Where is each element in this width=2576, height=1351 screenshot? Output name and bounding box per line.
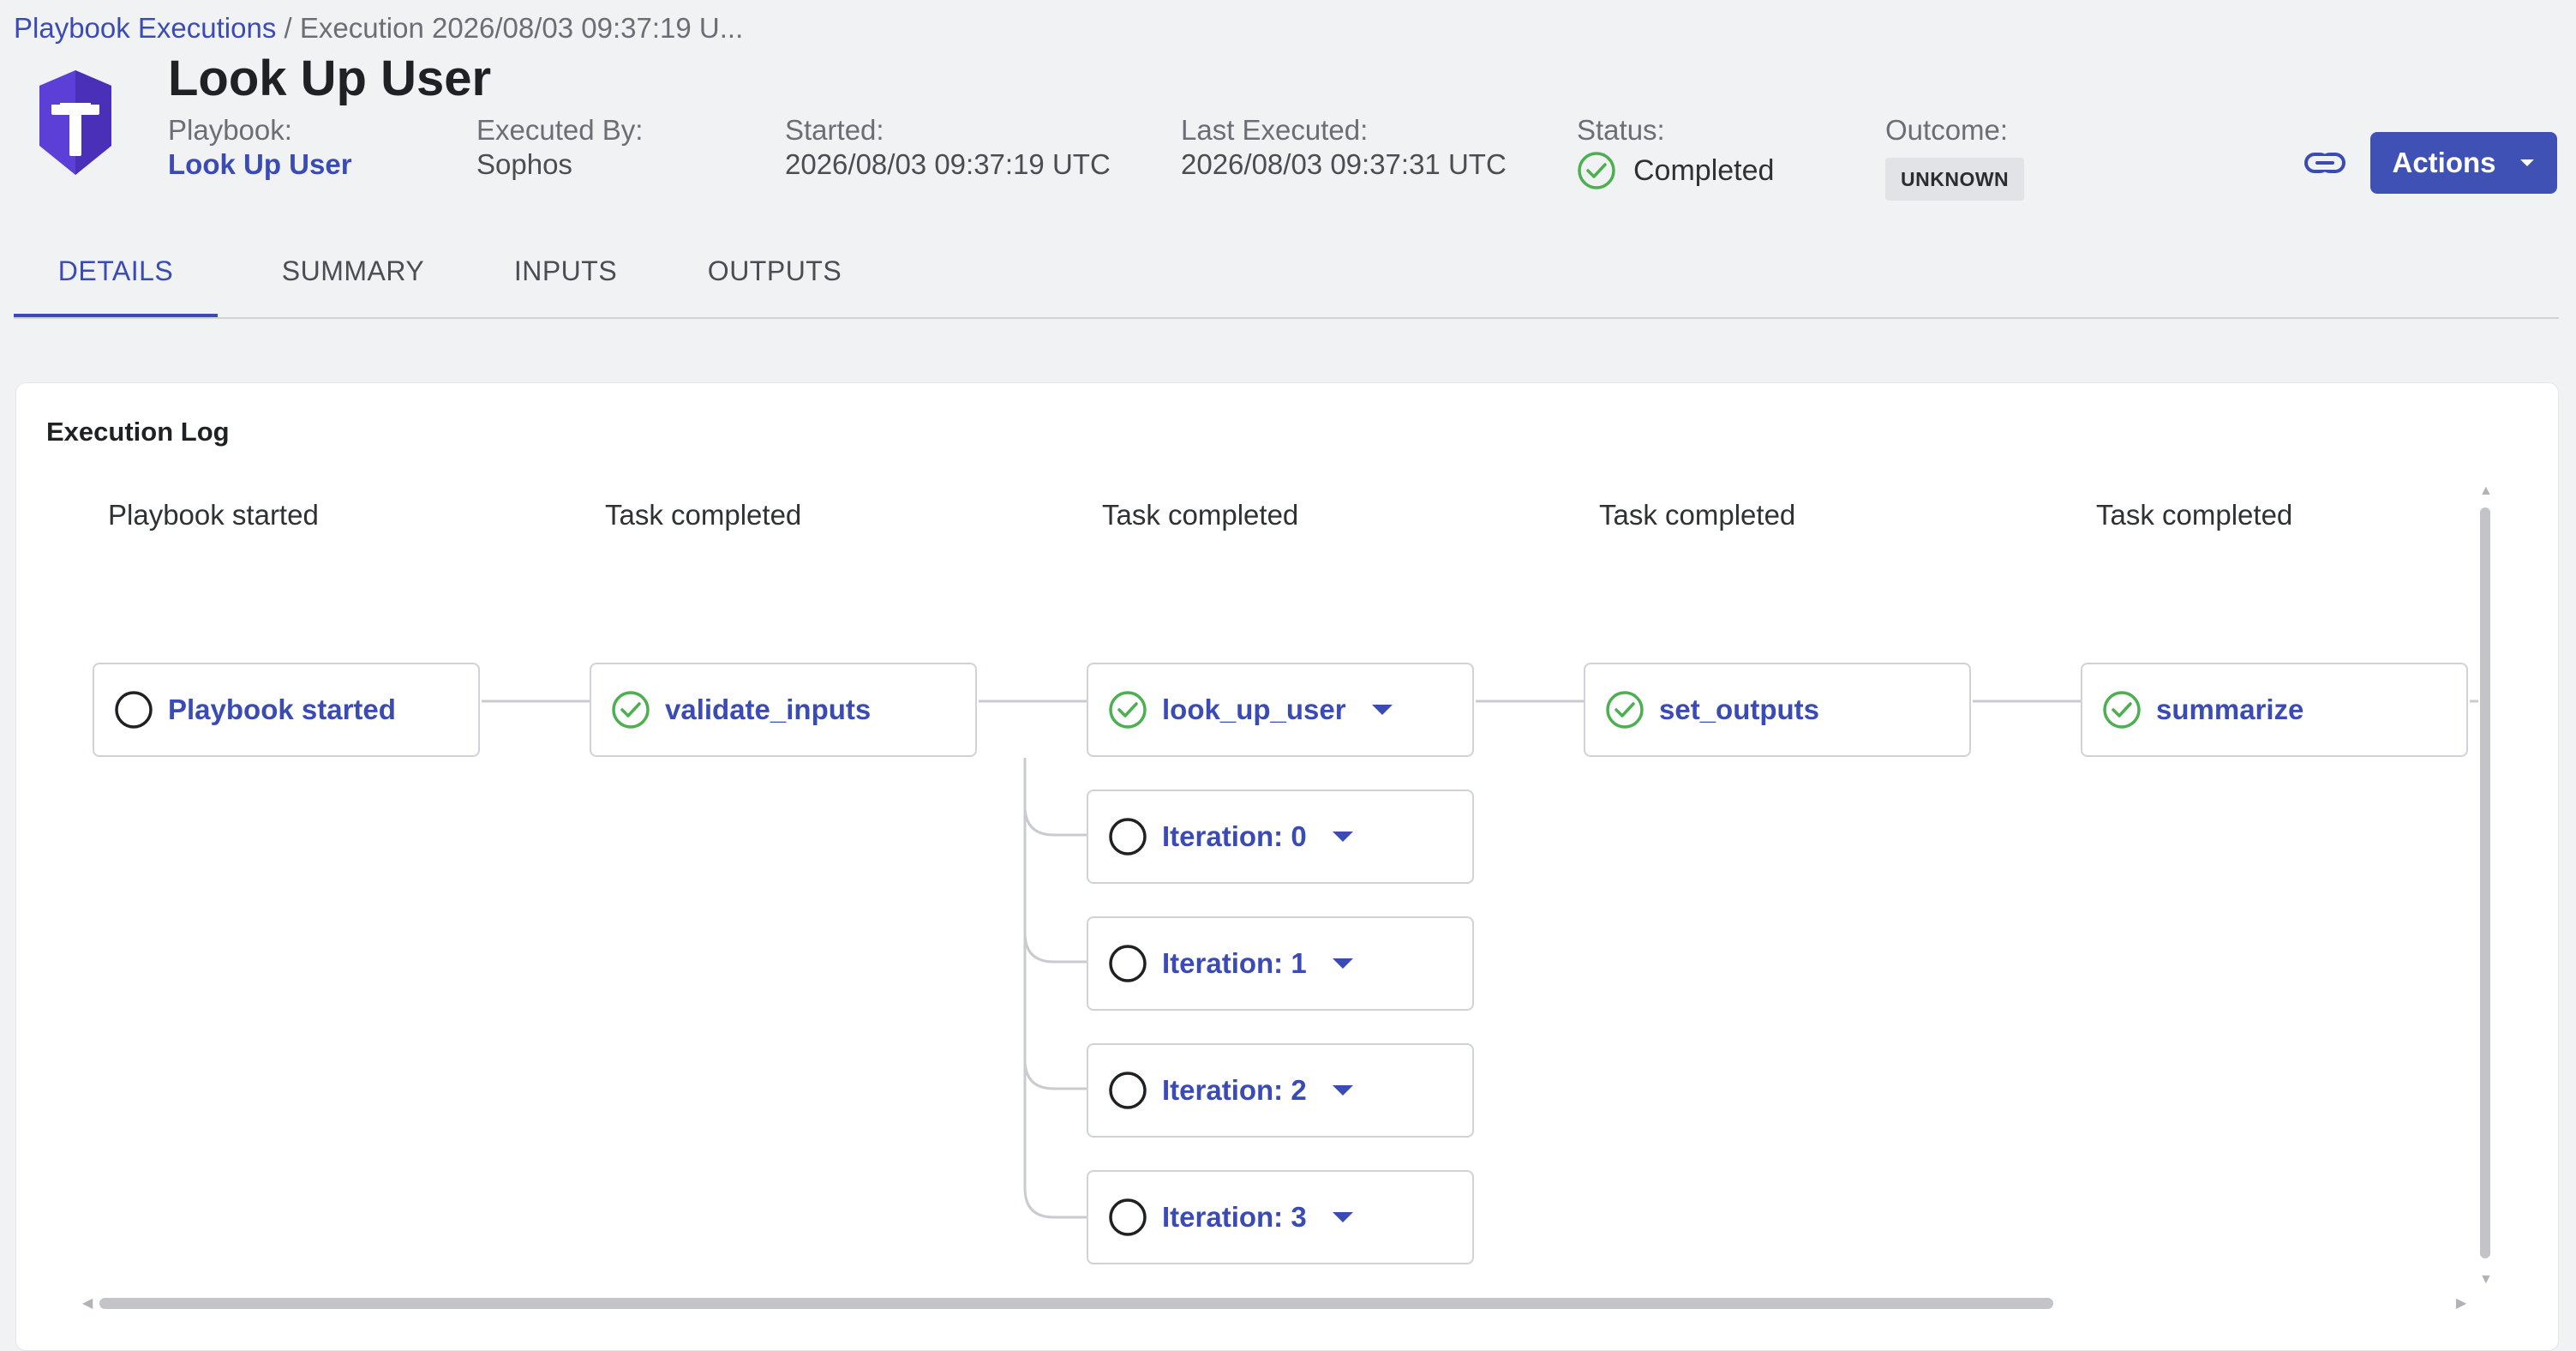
empty-circle-icon (1109, 1072, 1147, 1109)
node-label: look_up_user (1162, 694, 1346, 725)
meta-status: Status: Completed (1577, 113, 1774, 190)
playbook-label: Playbook: (168, 114, 292, 146)
meta-last-executed: Last Executed: 2026/08/03 09:37:31 UTC (1181, 113, 1507, 182)
outcome-badge: UNKNOWN (1885, 158, 2025, 201)
actions-button[interactable]: Actions (2370, 132, 2557, 194)
vertical-scrollbar[interactable] (2480, 507, 2490, 1258)
tab-details[interactable]: DETAILS (14, 242, 218, 317)
status-value: Completed (1633, 154, 1775, 187)
tab-inputs[interactable]: INPUTS (482, 242, 650, 317)
scroll-left-arrow-icon[interactable]: ◀ (82, 1294, 93, 1312)
started-value: 2026/08/03 09:37:19 UTC (785, 148, 1111, 180)
node-label: Iteration: 1 (1162, 947, 1307, 979)
check-circle-icon (1578, 152, 1615, 189)
column-heading: Task completed (2096, 499, 2293, 531)
meta-playbook: Playbook: Look Up User (168, 113, 352, 182)
tab-summary[interactable]: SUMMARY (252, 242, 454, 317)
node-label: set_outputs (1659, 694, 1820, 725)
caret-down-icon[interactable] (1332, 958, 1353, 969)
status-label: Status: (1577, 114, 1665, 146)
node-iteration-2[interactable]: Iteration: 2 (1087, 1043, 1474, 1138)
node-look-up-user[interactable]: look_up_user (1087, 663, 1474, 757)
tab-bar: DETAILS SUMMARY INPUTS OUTPUTS (14, 242, 2559, 319)
node-validate-inputs[interactable]: validate_inputs (590, 663, 977, 757)
last-executed-label: Last Executed: (1181, 114, 1369, 146)
breadcrumb: Playbook Executions / Execution 2026/08/… (14, 12, 743, 45)
node-label: validate_inputs (665, 694, 872, 725)
empty-circle-icon (115, 691, 153, 729)
empty-circle-icon (1109, 1198, 1147, 1236)
caret-down-icon[interactable] (1332, 832, 1353, 842)
breadcrumb-current: Execution 2026/08/03 09:37:19 U... (299, 12, 744, 44)
link-icon[interactable] (2303, 146, 2346, 180)
scroll-up-arrow-icon[interactable]: ▲ (2479, 483, 2493, 499)
node-iteration-1[interactable]: Iteration: 1 (1087, 916, 1474, 1011)
caret-down-icon[interactable] (1332, 1085, 1353, 1096)
meta-executed-by: Executed By: Sophos (476, 113, 643, 182)
last-executed-value: 2026/08/03 09:37:31 UTC (1181, 148, 1507, 180)
shield-logo-icon (39, 70, 111, 175)
caret-down-icon[interactable] (1371, 705, 1393, 715)
executed-by-label: Executed By: (476, 114, 644, 146)
node-label: Playbook started (168, 694, 396, 725)
tab-outputs[interactable]: OUTPUTS (679, 242, 871, 317)
column-heading: Task completed (1102, 499, 1299, 531)
node-summarize[interactable]: summarize (2081, 663, 2468, 757)
outcome-label: Outcome: (1885, 114, 2009, 146)
node-playbook-started[interactable]: Playbook started (93, 663, 480, 757)
node-label: summarize (2156, 694, 2304, 725)
node-iteration-3[interactable]: Iteration: 3 (1087, 1170, 1474, 1264)
empty-circle-icon (1109, 818, 1147, 856)
scroll-down-arrow-icon[interactable]: ▼ (2479, 1272, 2493, 1288)
playbook-link[interactable]: Look Up User (168, 147, 352, 182)
breadcrumb-link-playbook-executions[interactable]: Playbook Executions (14, 12, 276, 44)
executed-by-value: Sophos (476, 148, 572, 180)
check-circle-icon (2103, 691, 2141, 729)
check-circle-icon (612, 691, 650, 729)
meta-started: Started: 2026/08/03 09:37:19 UTC (785, 113, 1111, 182)
execution-log-title: Execution Log (46, 417, 230, 447)
caret-down-icon (2519, 159, 2534, 166)
page-title: Look Up User (168, 51, 492, 106)
node-label: Iteration: 3 (1162, 1201, 1307, 1233)
breadcrumb-separator: / (284, 12, 292, 44)
column-heading: Playbook started (108, 499, 319, 531)
node-iteration-0[interactable]: Iteration: 0 (1087, 790, 1474, 884)
column-heading: Task completed (1599, 499, 1796, 531)
check-circle-icon (1109, 691, 1147, 729)
check-circle-icon (1606, 691, 1644, 729)
horizontal-scrollbar[interactable] (99, 1298, 2053, 1309)
meta-outcome: Outcome: UNKNOWN (1885, 113, 2025, 201)
node-label: Iteration: 0 (1162, 820, 1307, 852)
empty-circle-icon (1109, 945, 1147, 982)
node-label: Iteration: 2 (1162, 1074, 1307, 1106)
caret-down-icon[interactable] (1332, 1212, 1353, 1222)
column-heading: Task completed (605, 499, 802, 531)
actions-label: Actions (2392, 147, 2496, 178)
scroll-right-arrow-icon[interactable]: ▶ (2456, 1294, 2466, 1312)
started-label: Started: (785, 114, 884, 146)
node-set-outputs[interactable]: set_outputs (1584, 663, 1971, 757)
